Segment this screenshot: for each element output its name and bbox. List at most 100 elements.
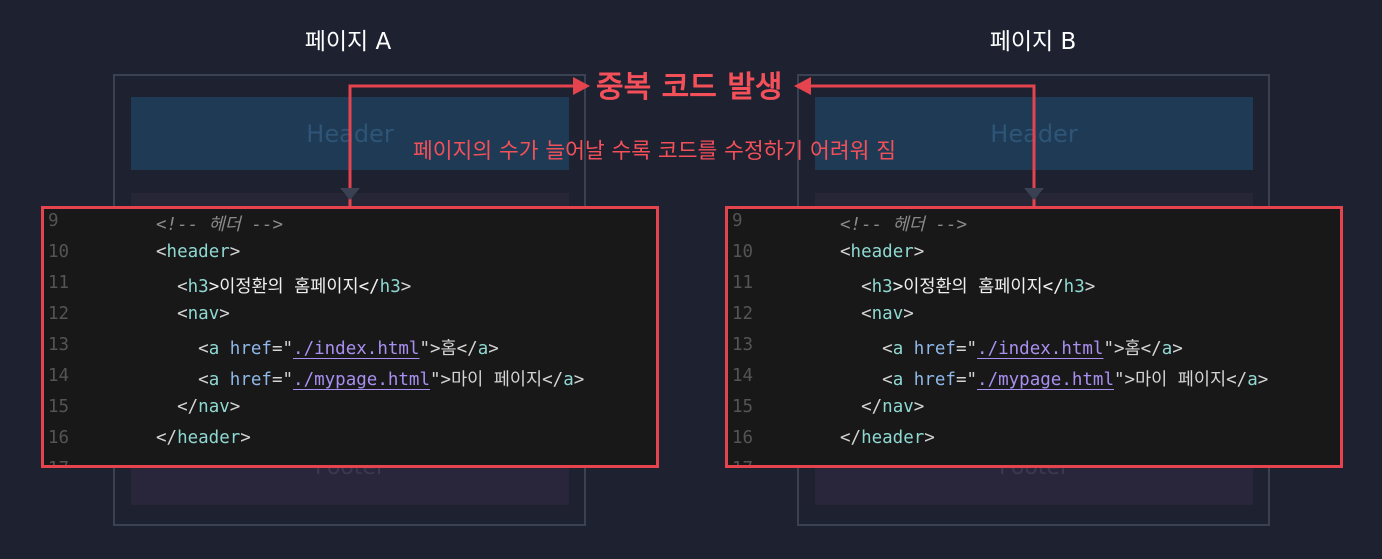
code-line: 14 <a href="./mypage.html">마이 페이지</a> bbox=[44, 366, 656, 397]
code-token: >이정환의 홈페이지</ bbox=[892, 277, 1064, 297]
code-token: nav bbox=[198, 397, 230, 417]
code-token: a bbox=[892, 370, 904, 390]
code-text: <nav> bbox=[156, 304, 230, 324]
code-token: >이정환의 홈페이지</ bbox=[208, 277, 380, 297]
code-token: =" bbox=[955, 339, 978, 359]
code-token: href bbox=[913, 370, 956, 390]
line-number: 9 bbox=[732, 211, 743, 231]
code-token: ./index.html bbox=[977, 339, 1104, 359]
code-token: </ bbox=[840, 428, 862, 448]
page-b-code-panel: 9 <!-- 헤더 --> 10 <header> 11 <h3>이정환의 홈페이지</… bbox=[725, 206, 1343, 468]
code-token: a bbox=[563, 370, 574, 390]
code-line: 17 bbox=[44, 459, 656, 465]
code-line: 11 <h3>이정환의 홈페이지</h3> bbox=[728, 273, 1340, 304]
code-token: ">홈</ bbox=[1103, 339, 1162, 359]
line-number: 17 bbox=[732, 459, 772, 465]
code-token: < bbox=[861, 277, 872, 297]
code-line: 12 <nav> bbox=[44, 304, 656, 335]
code-token: < bbox=[882, 370, 893, 390]
code-line: 13 <a href="./index.html">홈</a> bbox=[728, 335, 1340, 366]
code-token: < bbox=[840, 242, 851, 262]
code-token: > bbox=[229, 397, 241, 417]
code-token: < bbox=[177, 277, 188, 297]
code-line: 11 <h3>이정환의 홈페이지</h3> bbox=[44, 273, 656, 304]
code-token: > bbox=[924, 428, 935, 448]
code-text: <a href="./mypage.html">마이 페이지</a> bbox=[840, 366, 1268, 391]
code-token: a bbox=[208, 370, 220, 390]
code-token: > bbox=[1257, 370, 1269, 390]
code-token: ./mypage.html bbox=[293, 370, 430, 390]
code-text: <!-- 헤더 --> bbox=[840, 211, 967, 236]
code-line: 16 </header> bbox=[44, 428, 656, 459]
code-token: > bbox=[229, 242, 241, 262]
code-token: =" bbox=[271, 370, 294, 390]
code-line: 12 <nav> bbox=[728, 304, 1340, 335]
code-token: ">홈</ bbox=[419, 339, 478, 359]
code-token: > bbox=[903, 304, 914, 324]
code-token: nav bbox=[187, 304, 220, 324]
page-a-down-arrow-icon bbox=[340, 188, 360, 200]
line-number: 11 bbox=[732, 273, 754, 293]
code-token: =" bbox=[955, 370, 978, 390]
code-token: < bbox=[198, 339, 209, 359]
duplicate-code-headline: 중복 코드 발생 bbox=[596, 70, 783, 105]
line-number: 13 bbox=[732, 335, 754, 355]
code-text: </header> bbox=[840, 428, 935, 448]
line-number: 16 bbox=[732, 428, 754, 448]
code-token: =" bbox=[271, 339, 294, 359]
code-line: 15 </nav> bbox=[44, 397, 656, 428]
code-line: 10 <header> bbox=[728, 242, 1340, 273]
code-text: <a href="./mypage.html">마이 페이지</a> bbox=[156, 366, 584, 391]
code-token: href bbox=[913, 339, 956, 359]
code-token: </ bbox=[156, 428, 178, 448]
code-text: <header> bbox=[840, 242, 924, 262]
code-line: 14 <a href="./mypage.html">마이 페이지</a> bbox=[728, 366, 1340, 397]
code-token: h3 bbox=[379, 277, 401, 297]
arrowhead-left-icon bbox=[794, 77, 811, 95]
code-token: <!-- 헤더 --> bbox=[156, 215, 284, 235]
code-token: h3 bbox=[187, 277, 209, 297]
code-token: h3 bbox=[1063, 277, 1085, 297]
code-line: 17 bbox=[728, 459, 1340, 465]
code-token: nav bbox=[871, 304, 904, 324]
code-token: nav bbox=[882, 397, 914, 417]
line-number: 14 bbox=[48, 366, 70, 386]
code-token: > bbox=[913, 397, 925, 417]
code-token: href bbox=[229, 339, 272, 359]
code-line: 15 </nav> bbox=[728, 397, 1340, 428]
line-number: 12 bbox=[48, 304, 70, 324]
line-number: 17 bbox=[48, 459, 88, 465]
code-token: a bbox=[477, 339, 489, 359]
page-b-down-arrow-icon bbox=[1024, 188, 1044, 200]
code-token: > bbox=[1172, 339, 1183, 359]
code-token: < bbox=[177, 304, 188, 324]
code-token: > bbox=[240, 428, 251, 448]
line-number: 10 bbox=[48, 242, 70, 262]
code-token: > bbox=[488, 339, 499, 359]
code-text: <h3>이정환의 홈페이지</h3> bbox=[156, 273, 411, 298]
code-text: <nav> bbox=[840, 304, 914, 324]
line-number: 15 bbox=[732, 397, 754, 417]
code-token: h3 bbox=[871, 277, 893, 297]
code-token: < bbox=[861, 304, 872, 324]
code-token: > bbox=[913, 242, 925, 262]
code-line: 16 </header> bbox=[728, 428, 1340, 459]
code-text: <h3>이정환의 홈페이지</h3> bbox=[840, 273, 1095, 298]
code-token: > bbox=[400, 277, 412, 297]
line-number: 13 bbox=[48, 335, 70, 355]
code-text: <header> bbox=[156, 242, 240, 262]
code-token: </ bbox=[861, 397, 883, 417]
code-token: header bbox=[850, 242, 914, 262]
code-token: header bbox=[861, 428, 925, 448]
code-token: ">마이 페이지</ bbox=[1114, 370, 1248, 390]
code-token: < bbox=[198, 370, 209, 390]
line-number: 11 bbox=[48, 273, 70, 293]
code-token: </ bbox=[177, 397, 199, 417]
line-number: 14 bbox=[732, 366, 754, 386]
code-token: href bbox=[229, 370, 272, 390]
code-token: a bbox=[1161, 339, 1173, 359]
page-a-code-panel: 9 <!-- 헤더 --> 10 <header> 11 <h3>이정환의 홈페이지</… bbox=[41, 206, 659, 468]
code-line: 9 <!-- 헤더 --> bbox=[44, 211, 656, 242]
code-token: > bbox=[219, 304, 230, 324]
